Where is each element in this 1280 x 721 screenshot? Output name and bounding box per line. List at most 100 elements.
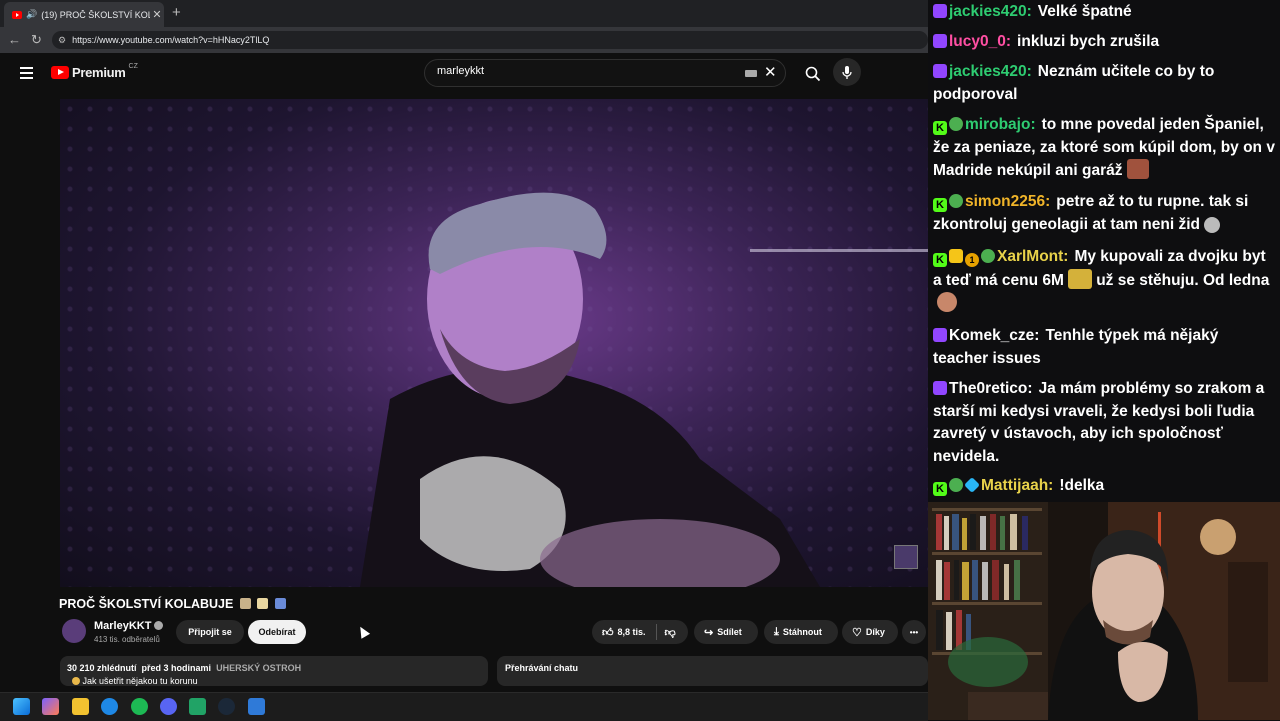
kick-badge-icon: K — [933, 121, 947, 135]
region-code: CZ — [128, 63, 138, 70]
video-title: PROČ ŠKOLSTVÍ KOLABUJE — [59, 597, 286, 611]
title-emoji-icon — [239, 598, 251, 609]
chat-message: K 1 XarlMont: My kupovali za dvojku byt a t… — [933, 246, 1277, 316]
back-icon[interactable]: ← — [8, 32, 21, 47]
copilot-icon[interactable] — [42, 698, 59, 715]
chat-username[interactable]: Komek_cze: — [949, 327, 1039, 344]
taskbar — [0, 692, 928, 721]
like-count[interactable]: 8,8 tis. — [618, 627, 646, 637]
chat-text: Velké špatné — [1037, 3, 1132, 20]
tab-title: (19) PROČ ŠKOLSTVÍ KOLABU — [41, 9, 150, 20]
notepad-icon[interactable] — [248, 698, 265, 715]
browser-tab[interactable]: 🔊 (19) PROČ ŠKOLSTVÍ KOLABU ✕ — [4, 2, 164, 27]
search-box: ✕ — [424, 59, 821, 87]
chat-username[interactable]: XarlMont: — [997, 248, 1068, 265]
chat-message: jackies420: Neznám učitele co by to podpo… — [933, 61, 1277, 106]
chat-username[interactable]: lucy0_0: — [949, 33, 1011, 50]
chat-username[interactable]: simon2256: — [965, 193, 1050, 210]
file-explorer-icon[interactable] — [72, 698, 89, 715]
emote-icon — [1203, 216, 1220, 233]
download-label: Stáhnout — [782, 627, 822, 637]
close-tab-icon[interactable]: ✕ — [150, 8, 164, 21]
spotify-icon[interactable] — [131, 698, 148, 715]
like-icon[interactable]: 👍︎ — [602, 626, 614, 639]
youtube-play-icon — [51, 66, 69, 79]
discord-icon[interactable] — [160, 698, 177, 715]
title-emoji-icon — [257, 598, 269, 609]
twitch-badge-icon — [933, 64, 947, 78]
menu-icon[interactable] — [20, 67, 33, 82]
cube-badge-icon — [964, 477, 980, 493]
channel-avatar[interactable] — [62, 619, 86, 643]
chat-username[interactable]: mirobajo: — [965, 116, 1036, 133]
chat-username[interactable]: Mattijaah: — [981, 477, 1053, 494]
share-button[interactable]: ↪ Sdílet — [694, 620, 758, 644]
emote-icon — [1067, 268, 1092, 289]
windows-start-icon[interactable] — [13, 698, 30, 715]
video-frame-person — [360, 192, 928, 587]
divider — [655, 624, 657, 640]
gift-badge-icon — [981, 249, 995, 263]
twitch-badge-icon — [933, 4, 947, 18]
join-button[interactable]: Připojit se — [176, 620, 244, 644]
chat-username[interactable]: jackies420: — [949, 3, 1032, 20]
webcam-scene — [928, 502, 1280, 720]
logo-text: Premium — [72, 65, 126, 80]
chat-username[interactable]: The0retico: — [949, 380, 1033, 397]
gift-badge-icon — [949, 117, 963, 131]
url-field[interactable]: ⚙ https://www.youtube.com/watch?v=hHNacy… — [52, 31, 928, 49]
chat-text: !delka — [1059, 477, 1105, 494]
twitch-badge-icon — [933, 34, 947, 48]
browser-tab-bar: 🔊 (19) PROČ ŠKOLSTVÍ KOLABU ✕ + — [0, 0, 928, 27]
sheets-icon[interactable] — [189, 698, 206, 715]
twitch-badge-icon — [933, 328, 947, 342]
emoji-icon — [72, 677, 80, 685]
unsubscribe-button[interactable]: Odebírat — [248, 620, 306, 644]
crown-badge-icon — [949, 249, 963, 263]
steam-icon[interactable] — [218, 698, 235, 715]
emote-icon — [937, 292, 957, 312]
posted-time: před 3 hodinami — [141, 663, 212, 673]
chat-message: jackies420: Velké špatné — [933, 1, 1277, 24]
kick-badge-icon: K — [933, 253, 947, 267]
microphone-icon — [842, 65, 852, 79]
chat-message: Ksimon2256: petre až to tu rupne. tak si … — [933, 191, 1277, 236]
youtube-header: Premium CZ ✕ — [0, 53, 928, 93]
channel-name[interactable]: MarleyKKT — [94, 620, 164, 632]
location-tag[interactable]: UHERSKÝ OSTROH — [216, 663, 301, 673]
chat-text: už se stěhuju. Od ledna — [1096, 271, 1270, 289]
address-bar-row: ← ↻ ⚙ https://www.youtube.com/watch?v=hH… — [0, 27, 928, 53]
chat-message: K Mattijaah: !delka — [933, 475, 1277, 498]
chat-text: inkluzi bych zrušila — [1017, 33, 1160, 50]
download-button[interactable]: ⤓ Stáhnout — [764, 620, 838, 644]
verified-icon — [154, 621, 164, 630]
voice-search-button[interactable] — [833, 58, 861, 86]
youtube-logo[interactable]: Premium CZ — [51, 63, 138, 80]
chat-message: Komek_cze: Tenhle týpek má nějaký teacher… — [933, 325, 1277, 370]
site-info-icon[interactable]: ⚙ — [58, 35, 66, 46]
clear-search-icon[interactable]: ✕ — [764, 63, 777, 81]
video-player[interactable] — [60, 99, 928, 587]
channel-watermark[interactable] — [894, 545, 918, 569]
description-box[interactable]: 30 210 zhlédnutí před 3 hodinami UHERSKÝ… — [60, 656, 488, 686]
more-actions-button[interactable]: ••• — [902, 620, 926, 644]
like-dislike-group: 👍︎ 8,8 tis. 👎︎ — [592, 620, 688, 644]
search-button[interactable] — [790, 60, 836, 88]
reload-icon[interactable]: ↻ — [31, 32, 42, 48]
title-emoji-icon — [274, 598, 286, 609]
chat-message: The0retico: Ja mám problémy so zrakom a s… — [933, 378, 1277, 468]
emote-icon — [1126, 159, 1149, 179]
chat-message: Kmirobajo: to mne povedal jeden Španiel, … — [933, 114, 1277, 183]
dislike-icon[interactable]: 👎︎ — [665, 626, 676, 639]
search-input[interactable] — [435, 64, 739, 78]
new-tab-button[interactable]: + — [172, 4, 181, 21]
description-line: Jak ušetřit nějakou tu korunu — [69, 676, 198, 686]
chat-username[interactable]: jackies420: — [949, 63, 1032, 80]
edge-browser-icon[interactable] — [101, 698, 118, 715]
chat-replay-panel[interactable]: Přehrávání chatu — [497, 656, 928, 686]
keyboard-icon[interactable] — [745, 70, 757, 77]
thanks-button[interactable]: ♡ Díky — [842, 620, 898, 644]
gift-badge-icon — [949, 478, 963, 492]
speaker-icon[interactable]: 🔊 — [26, 9, 37, 20]
chat-message: lucy0_0: inkluzi bych zrušila — [933, 31, 1277, 54]
